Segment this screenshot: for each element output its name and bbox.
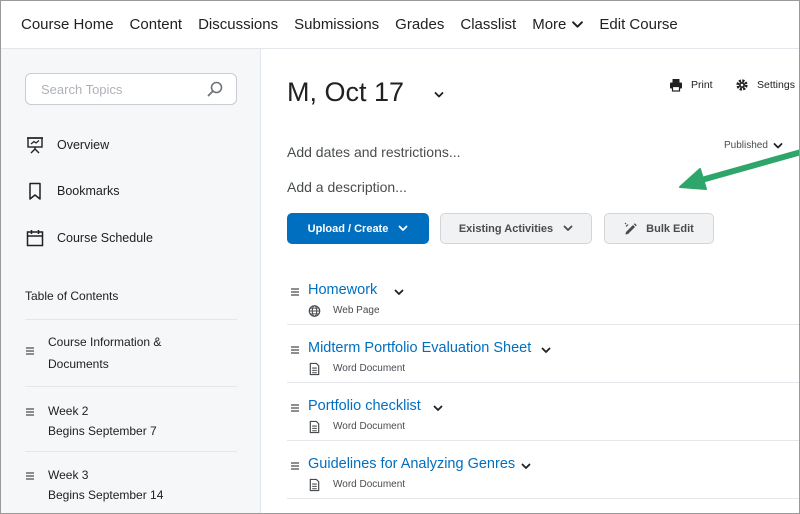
nav-more[interactable]: More [532,16,584,33]
add-dates-link[interactable]: Add dates and restrictions... [287,144,461,160]
divider [25,319,237,320]
gear-icon [736,79,748,91]
sidebar-item-label: Course Schedule [57,231,153,245]
document-icon [309,420,320,434]
chevron-down-icon[interactable] [394,289,404,296]
divider [287,498,799,499]
upload-create-button[interactable]: Upload / Create [287,213,429,244]
existing-activities-button[interactable]: Existing Activities [440,213,592,244]
search-placeholder: Search Topics [41,82,123,97]
nav-grades[interactable]: Grades [395,16,444,33]
toc-item-subtitle: Begins September 14 [48,488,164,502]
toc-item-title: Week 2 [48,404,89,418]
toc-item-week-2[interactable]: Week 2 Begins September 7 [25,404,237,456]
topic-title-link[interactable]: Portfolio checklist [308,398,421,414]
bulk-edit-label: Bulk Edit [646,222,694,235]
globe-icon [308,305,321,317]
published-label: Published [724,140,768,151]
nav-edit-course[interactable]: Edit Course [599,16,677,33]
drag-handle-icon[interactable] [25,471,35,481]
sidebar-item-course-schedule[interactable]: Course Schedule [25,228,153,248]
chevron-down-icon[interactable] [434,91,444,99]
chevron-down-icon [773,142,783,148]
print-label: Print [691,79,713,91]
drag-handle-icon[interactable] [290,403,300,413]
print-button[interactable]: Print [669,78,713,92]
topic-item-midterm-portfolio: Midterm Portfolio Evaluation Sheet Word … [287,340,799,398]
search-input[interactable]: Search Topics [25,73,237,105]
toc-item-subtitle: Begins September 7 [48,424,157,438]
presentation-icon [27,137,43,154]
drag-handle-icon[interactable] [25,346,35,356]
nav-discussions[interactable]: Discussions [198,16,278,33]
app-window: Course Home Content Discussions Submissi… [0,0,800,514]
topic-type-label: Web Page [333,305,380,316]
topic-type-label: Word Document [333,363,406,374]
drag-handle-icon[interactable] [290,287,300,297]
chevron-down-icon [398,225,408,231]
nav-classlist[interactable]: Classlist [460,16,516,33]
pencil-icon [624,222,637,234]
topic-title-link[interactable]: Homework [308,282,377,298]
topic-title-link[interactable]: Midterm Portfolio Evaluation Sheet [308,340,531,356]
topic-title-link[interactable]: Guidelines for Analyzing Genres [308,456,515,472]
drag-handle-icon[interactable] [290,461,300,471]
topic-item-homework: Homework Web Page [287,282,799,340]
divider [287,382,799,383]
nav-more-label: More [532,16,567,33]
toc-item-title: Week 3 [48,468,89,482]
topic-type-label: Word Document [333,421,406,432]
toc-item-subtitle: Documents [48,357,109,371]
page-title: M, Oct 17 [287,77,405,107]
divider [25,386,237,387]
bookmark-icon [29,182,41,200]
content-sidebar: Search Topics Overview Bookmarks Course … [1,49,261,513]
chevron-down-icon[interactable] [433,405,443,412]
nav-content[interactable]: Content [130,16,183,33]
search-icon[interactable] [206,80,224,98]
toc-item-course-information[interactable]: Course Information & Documents [25,335,237,387]
toc-heading: Table of Contents [25,289,119,303]
divider [287,440,799,441]
nav-course-home[interactable]: Course Home [21,16,114,33]
printer-icon [670,79,682,92]
add-description-link[interactable]: Add a description... [287,179,407,195]
existing-activities-label: Existing Activities [458,222,554,235]
published-dropdown[interactable]: Published [724,140,783,151]
chevron-down-icon [572,21,584,28]
divider [25,451,237,452]
main-content: M, Oct 17 Print Settings Add dates and r… [262,49,799,513]
course-navbar: Course Home Content Discussions Submissi… [1,1,799,49]
topic-item-portfolio-checklist: Portfolio checklist Word Document [287,398,799,456]
topic-item-guidelines: Guidelines for Analyzing Genres Word Doc… [287,456,799,513]
toc-item-week-3[interactable]: Week 3 Begins September 14 [25,468,237,513]
upload-create-label: Upload / Create [307,222,389,235]
topic-type-label: Word Document [333,479,406,490]
nav-submissions[interactable]: Submissions [294,16,379,33]
drag-handle-icon[interactable] [25,407,35,417]
bulk-edit-button[interactable]: Bulk Edit [604,213,714,244]
document-icon [309,478,320,492]
chevron-down-icon [563,225,573,231]
sidebar-item-bookmarks[interactable]: Bookmarks [25,181,120,201]
chevron-down-icon[interactable] [521,463,531,470]
drag-handle-icon[interactable] [290,345,300,355]
toc-item-title: Course Information & [48,335,162,349]
document-icon [309,362,320,376]
settings-button[interactable]: Settings [735,78,795,92]
divider [287,324,799,325]
sidebar-item-label: Overview [57,138,110,152]
sidebar-item-overview[interactable]: Overview [25,135,109,155]
calendar-icon [26,230,44,247]
sidebar-item-label: Bookmarks [57,184,120,198]
chevron-down-icon[interactable] [541,347,551,354]
settings-label: Settings [757,79,795,91]
